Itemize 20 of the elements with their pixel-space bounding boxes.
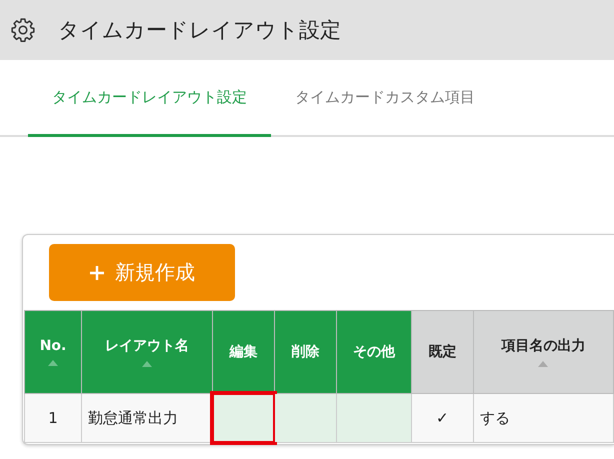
column-header[interactable]: 項目名の出力 (473, 310, 614, 394)
column-header[interactable]: 編集 (212, 310, 274, 394)
sort-icon[interactable] (142, 361, 152, 367)
table-cell: 勤怠通常出力 (82, 394, 213, 442)
table-cell: する (473, 394, 614, 442)
sort-icon[interactable] (538, 361, 548, 367)
tab[interactable]: タイムカードレイアウト設定 (28, 60, 271, 137)
column-header[interactable]: 削除 (274, 310, 336, 394)
table-cell: 1 (24, 394, 82, 442)
page-title: タイムカードレイアウト設定 (58, 17, 341, 44)
table-cell: ✓ (411, 394, 474, 442)
sort-icon[interactable] (48, 360, 58, 366)
column-header[interactable]: 既定 (411, 310, 474, 394)
settings-icon[interactable] (10, 17, 36, 43)
column-header[interactable]: レイアウト名 (82, 310, 213, 394)
column-header[interactable]: その他 (336, 310, 412, 394)
tab[interactable]: タイムカードカスタム項目 (271, 60, 499, 137)
column-header[interactable]: No. (24, 310, 82, 394)
plus-icon (89, 264, 105, 280)
new-button[interactable]: 新規作成 (49, 244, 235, 301)
